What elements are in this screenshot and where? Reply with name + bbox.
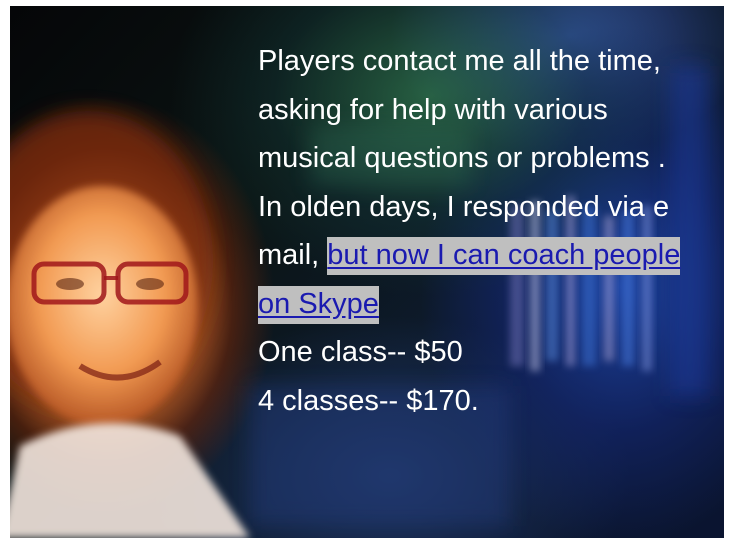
- skype-coaching-link[interactable]: but now I can coach people on Skype: [258, 237, 681, 324]
- coaching-description: Players contact me all the time, asking …: [258, 37, 698, 425]
- price-four-classes: 4 classes-- $170.: [258, 384, 479, 417]
- intro-paragraph: Players contact me all the time, asking …: [258, 37, 698, 328]
- price-single-class: One class-- $50: [258, 336, 463, 368]
